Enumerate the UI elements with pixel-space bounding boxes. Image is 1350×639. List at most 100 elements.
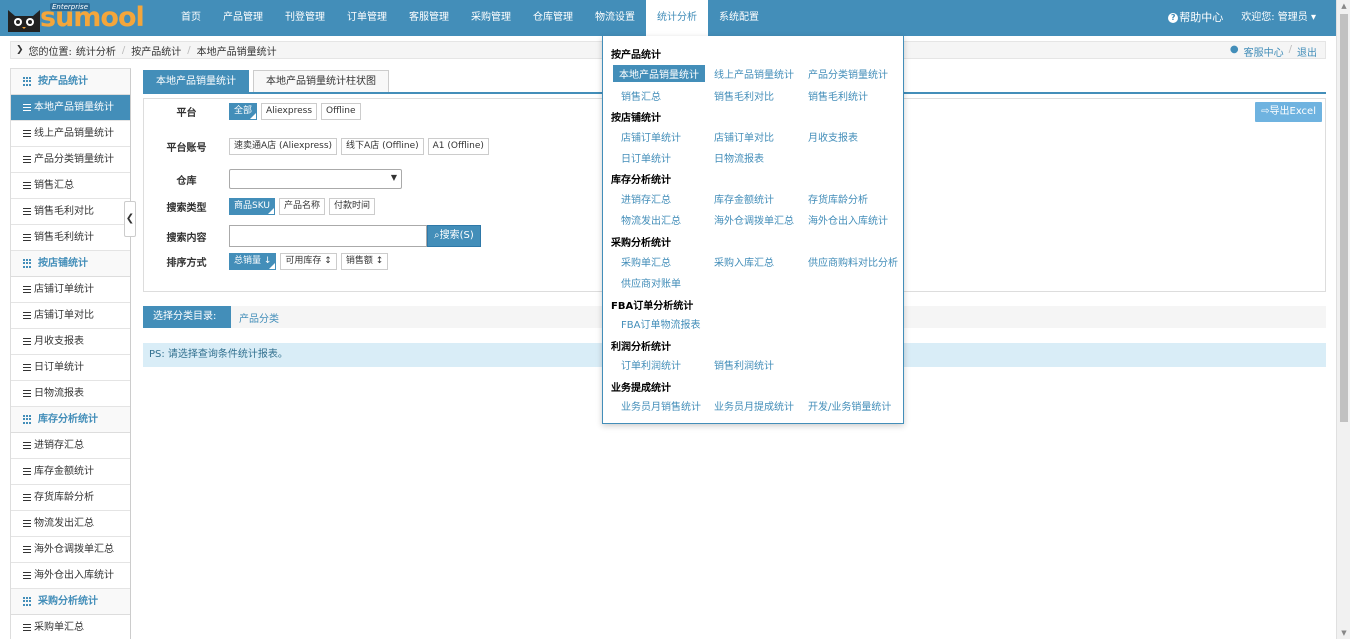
arrow-down-icon: ↓ [261, 256, 272, 266]
nav-products[interactable]: 产品管理 [212, 0, 274, 36]
sidebar-item-local-product-sales[interactable]: 本地产品销量统计 [11, 95, 130, 121]
tab-local-product-sales[interactable]: 本地产品销量统计 [143, 70, 249, 92]
menu-link[interactable]: 月收支报表 [808, 129, 858, 144]
sidebar-item-category-sales[interactable]: 产品分类销量统计 [11, 147, 130, 173]
user-menu[interactable]: 欢迎您: 管理员 ▾ [1241, 0, 1316, 36]
help-center-link[interactable]: ? 帮助中心 [1168, 0, 1223, 36]
nav-system[interactable]: 系统配置 [708, 0, 770, 36]
sort-available-stock-chip[interactable]: 可用库存 ↕ [280, 253, 337, 270]
search-type-sku-chip[interactable]: 商品SKU [229, 198, 275, 215]
account-chip[interactable]: A1 (Offline) [427, 138, 489, 155]
service-center-link[interactable]: 客服中心 [1244, 44, 1284, 59]
menu-link[interactable]: 店铺订单对比 [714, 129, 774, 144]
nav-customer-service[interactable]: 客服管理 [398, 0, 460, 36]
search-type-name-chip[interactable]: 产品名称 [278, 198, 325, 215]
caret-down-icon: ▼ [390, 173, 397, 182]
nav-purchasing[interactable]: 采购管理 [460, 0, 522, 36]
menu-link[interactable]: 供应商购料对比分析 [808, 254, 898, 269]
sidebar-section-title: 按产品统计 [38, 75, 88, 87]
export-excel-button[interactable]: ⇨导出Excel [1255, 102, 1322, 122]
list-icon [23, 338, 31, 345]
menu-link[interactable]: 销售汇总 [621, 88, 661, 103]
menu-link[interactable]: 店铺订单统计 [621, 129, 681, 144]
menu-link[interactable]: 本地产品销量统计 [613, 65, 705, 82]
sidebar-item-margin-stats[interactable]: 销售毛利统计 [11, 225, 130, 251]
sidebar-section-purchasing[interactable]: 采购分析统计 [11, 589, 130, 615]
sidebar-item-stock-age[interactable]: 存货库龄分析 [11, 485, 130, 511]
sidebar-item-inventory-summary[interactable]: 进销存汇总 [11, 433, 130, 459]
menu-link[interactable]: 物流发出汇总 [621, 212, 681, 227]
logout-link[interactable]: 退出 [1297, 44, 1317, 59]
sidebar-section-by-product[interactable]: 按产品统计 [11, 69, 130, 95]
sidebar-section-inventory[interactable]: 库存分析统计 [11, 407, 130, 433]
sidebar-item-sales-summary[interactable]: 销售汇总 [11, 173, 130, 199]
menu-link[interactable]: 销售利润统计 [714, 357, 774, 372]
sidebar-item-store-compare[interactable]: 店铺订单对比 [11, 303, 130, 329]
tab-sales-bar-chart[interactable]: 本地产品销量统计柱状图 [253, 70, 389, 92]
menu-group-title: 利润分析统计 [611, 342, 671, 353]
sidebar-item-daily-orders[interactable]: 日订单统计 [11, 355, 130, 381]
sidebar-item-label: 库存金额统计 [34, 465, 94, 477]
sidebar-collapse-toggle[interactable]: ❮ [124, 201, 136, 237]
menu-link[interactable]: FBA订单物流报表 [621, 316, 700, 331]
sidebar-item-online-product-sales[interactable]: 线上产品销量统计 [11, 121, 130, 147]
sort-sales-amount-chip[interactable]: 销售额 ↕ [340, 253, 389, 270]
breadcrumb-item-by-product[interactable]: 按产品统计 [131, 43, 181, 58]
nav-orders[interactable]: 订单管理 [336, 0, 398, 36]
scroll-down-icon[interactable]: ▼ [1340, 629, 1348, 637]
menu-link[interactable]: 供应商对账单 [621, 275, 681, 290]
sort-total-sales-chip[interactable]: 总销量 ↓ [229, 253, 277, 270]
sidebar-item-daily-logistics[interactable]: 日物流报表 [11, 381, 130, 407]
nav-listing[interactable]: 刊登管理 [274, 0, 336, 36]
nav-logistics[interactable]: 物流设置 [584, 0, 646, 36]
sidebar-section-by-store[interactable]: 按店铺统计 [11, 251, 130, 277]
sidebar-item-margin-compare[interactable]: 销售毛利对比 [11, 199, 130, 225]
menu-link[interactable]: 采购单汇总 [621, 254, 671, 269]
category-select-link[interactable]: 产品分类 [239, 310, 279, 325]
warehouse-select[interactable]: ▼ [229, 169, 402, 189]
menu-link[interactable]: 销售毛利对比 [714, 88, 774, 103]
menu-link[interactable]: 库存金额统计 [714, 191, 774, 206]
platform-offline-chip[interactable]: Offline [321, 103, 361, 120]
platform-all-chip[interactable]: 全部 [229, 103, 258, 120]
menu-link[interactable]: 采购入库汇总 [714, 254, 774, 269]
breadcrumb-item-statistics[interactable]: 统计分析 [76, 43, 116, 58]
sidebar-item-shipment-summary[interactable]: 物流发出汇总 [11, 511, 130, 537]
sidebar-item-store-orders[interactable]: 店铺订单统计 [11, 277, 130, 303]
menu-link[interactable]: 开发/业务销量统计 [808, 398, 891, 413]
sidebar-item-label: 海外仓出入库统计 [34, 569, 114, 581]
sidebar-item-label: 日物流报表 [34, 387, 84, 399]
account-chip[interactable]: 速卖通A店 (Aliexpress) [229, 138, 338, 155]
scroll-thumb[interactable] [1340, 14, 1348, 422]
logo[interactable]: sumool Enterprise [4, 2, 164, 34]
vertical-scrollbar[interactable]: ▲ ▼ [1336, 0, 1350, 639]
menu-link[interactable]: 线上产品销量统计 [714, 66, 794, 81]
menu-link[interactable]: 业务员月销售统计 [621, 398, 701, 413]
nav-home[interactable]: 首页 [170, 0, 212, 36]
scroll-up-icon[interactable]: ▲ [1340, 2, 1348, 10]
sidebar-item-monthly-report[interactable]: 月收支报表 [11, 329, 130, 355]
menu-link[interactable]: 业务员月提成统计 [714, 398, 794, 413]
account-row: 平台账号 速卖通A店 (Aliexpress) 线下A店 (Offline) A… [144, 138, 493, 155]
nav-warehouse[interactable]: 仓库管理 [522, 0, 584, 36]
menu-link[interactable]: 海外仓调拨单汇总 [714, 212, 794, 227]
search-type-paytime-chip[interactable]: 付款时间 [328, 198, 375, 215]
nav-statistics[interactable]: 统计分析 [646, 0, 708, 36]
menu-link[interactable]: 产品分类销量统计 [808, 66, 888, 81]
sidebar-item-overseas-transfer[interactable]: 海外仓调拨单汇总 [11, 537, 130, 563]
account-chip[interactable]: 线下A店 (Offline) [341, 138, 424, 155]
platform-aliexpress-chip[interactable]: Aliexpress [261, 103, 318, 120]
menu-link[interactable]: 订单利润统计 [621, 357, 681, 372]
menu-link[interactable]: 销售毛利统计 [808, 88, 868, 103]
search-input[interactable] [229, 225, 427, 247]
sidebar-item-purchase-summary[interactable]: 采购单汇总 [11, 615, 130, 639]
menu-link[interactable]: 日物流报表 [714, 150, 764, 165]
menu-link[interactable]: 进销存汇总 [621, 191, 671, 206]
sidebar-item-inventory-amount[interactable]: 库存金额统计 [11, 459, 130, 485]
caret-down-icon: ▾ [1310, 12, 1316, 23]
sidebar-item-overseas-inout[interactable]: 海外仓出入库统计 [11, 563, 130, 589]
menu-link[interactable]: 存货库龄分析 [808, 191, 868, 206]
menu-link[interactable]: 海外仓出入库统计 [808, 212, 888, 227]
menu-link[interactable]: 日订单统计 [621, 150, 671, 165]
search-button[interactable]: ⌕搜索(S) [427, 225, 481, 247]
